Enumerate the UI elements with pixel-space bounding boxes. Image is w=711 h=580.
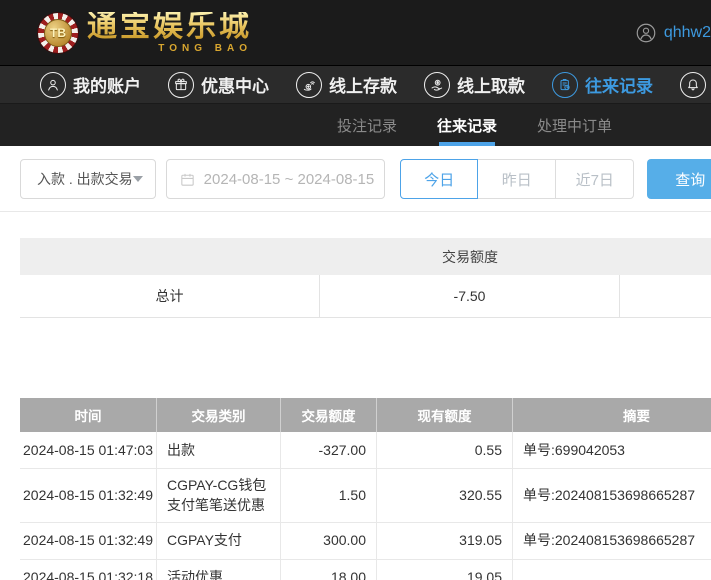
chevron-down-icon [133,176,143,182]
row-type: 活动优惠 [157,560,281,580]
col-time: 时间 [20,398,157,432]
calendar-icon [179,171,196,188]
row-summary: 单号:202408153698665287 [513,523,711,559]
tab-betting-records[interactable]: 投注记录 [337,104,397,146]
brand-title: 通宝娱乐城 [87,12,252,42]
row-balance: 19.05 [377,560,513,580]
tab-processing-orders[interactable]: 处理中订单 [537,104,612,146]
user-icon [40,72,66,98]
last7days-button[interactable]: 近7日 [556,159,634,199]
row-amount: 1.50 [281,469,377,522]
row-time: 2024-08-15 01:32:18 [20,560,157,580]
row-amount: -327.00 [281,432,377,468]
casino-chip-icon: TB [38,13,78,53]
nav-item-transaction-records[interactable]: 往来记录 [552,72,653,98]
brand-logo[interactable]: TB 通宝娱乐城 TONG BAO [38,12,252,54]
row-type: CGPAY-CG钱包支付笔笔送优惠 [157,469,281,522]
table-row: 2024-08-15 01:32:49 CGPAY-CG钱包支付笔笔送优惠 1.… [20,469,711,523]
withdraw-icon [424,72,450,98]
col-type: 交易类别 [157,398,281,432]
search-button[interactable]: 查询 [647,159,711,199]
table-row: 2024-08-15 01:47:03 出款 -327.00 0.55 单号:6… [20,432,711,469]
nav-label: 线上存款 [329,72,397,97]
col-summary: 摘要 [513,398,711,432]
tab-label: 投注记录 [337,115,397,136]
row-time: 2024-08-15 01:32:49 [20,523,157,559]
row-balance: 0.55 [377,432,513,468]
summary-table: 交易额度 总计 -7.50 [20,238,711,318]
user-avatar-icon [636,23,656,43]
row-balance: 319.05 [377,523,513,559]
row-summary: 单号:699042053 [513,432,711,468]
row-type: 出款 [157,432,281,468]
gift-icon [168,72,194,98]
today-button[interactable]: 今日 [400,159,478,199]
nav-item-messages[interactable]: 信 [680,72,711,98]
row-time: 2024-08-15 01:32:49 [20,469,157,522]
records-icon [552,72,578,98]
nav-item-withdraw[interactable]: 线上取款 [424,72,525,98]
row-summary [513,560,711,580]
transactions-table: 时间 交易类别 交易额度 现有额度 摘要 2024-08-15 01:47:03… [20,398,711,580]
row-balance: 320.55 [377,469,513,522]
brand-subtitle: TONG BAO [87,44,252,54]
col-balance: 现有额度 [377,398,513,432]
row-amount: 300.00 [281,523,377,559]
nav-label: 往来记录 [585,72,653,97]
selected-type: 入款 . 出款交易 [37,169,133,189]
table-row: 2024-08-15 01:32:49 CGPAY支付 300.00 319.0… [20,523,711,560]
row-time: 2024-08-15 01:47:03 [20,432,157,468]
username: qhhw2 [664,24,711,42]
account-menu[interactable]: qhhw2 [636,23,711,43]
table-header-row: 时间 交易类别 交易额度 现有额度 摘要 [20,398,711,432]
bell-icon [680,72,706,98]
nav-item-deposit[interactable]: 线上存款 [296,72,397,98]
date-range-value: 2024-08-15 ~ 2024-08-15 [204,171,375,188]
row-summary: 单号:202408153698665287 [513,469,711,522]
top-header: TB 通宝娱乐城 TONG BAO qhhw2 [0,0,711,66]
main-nav: 我的账户 优惠中心 线上存款 线上取款 往来记录 [0,66,711,104]
active-tab-underline [439,142,495,146]
deposit-icon [296,72,322,98]
transaction-type-select[interactable]: 入款 . 出款交易 [20,159,156,199]
summary-total-label: 总计 [20,275,320,317]
tab-transaction-records[interactable]: 往来记录 [437,104,497,146]
quick-date-group: 今日 昨日 近7日 [401,159,634,199]
nav-label: 优惠中心 [201,72,269,97]
row-amount: 18.00 [281,560,377,580]
date-range-input[interactable]: 2024-08-15 ~ 2024-08-15 [166,159,386,199]
page: TB 通宝娱乐城 TONG BAO qhhw2 我的账户 [0,0,711,580]
nav-label: 我的账户 [73,72,141,97]
chip-monogram: TB [44,19,72,47]
nav-item-my-account[interactable]: 我的账户 [40,72,141,98]
summary-total-row: 总计 -7.50 [20,275,711,318]
filter-bar: 入款 . 出款交易 2024-08-15 ~ 2024-08-15 今日 昨日 … [0,146,711,212]
nav-item-promotions[interactable]: 优惠中心 [168,72,269,98]
table-row: 2024-08-15 01:32:18 活动优惠 18.00 19.05 [20,560,711,580]
col-amount: 交易额度 [281,398,377,432]
nav-label: 线上取款 [457,72,525,97]
sub-nav: 投注记录 往来记录 处理中订单 [0,104,711,146]
yesterday-button[interactable]: 昨日 [478,159,556,199]
summary-amount-header: 交易额度 [320,247,620,267]
tab-label: 处理中订单 [537,115,612,136]
tab-label: 往来记录 [437,115,497,136]
summary-total-amount: -7.50 [320,275,620,317]
summary-header-row: 交易额度 [20,238,711,275]
row-type: CGPAY支付 [157,523,281,559]
